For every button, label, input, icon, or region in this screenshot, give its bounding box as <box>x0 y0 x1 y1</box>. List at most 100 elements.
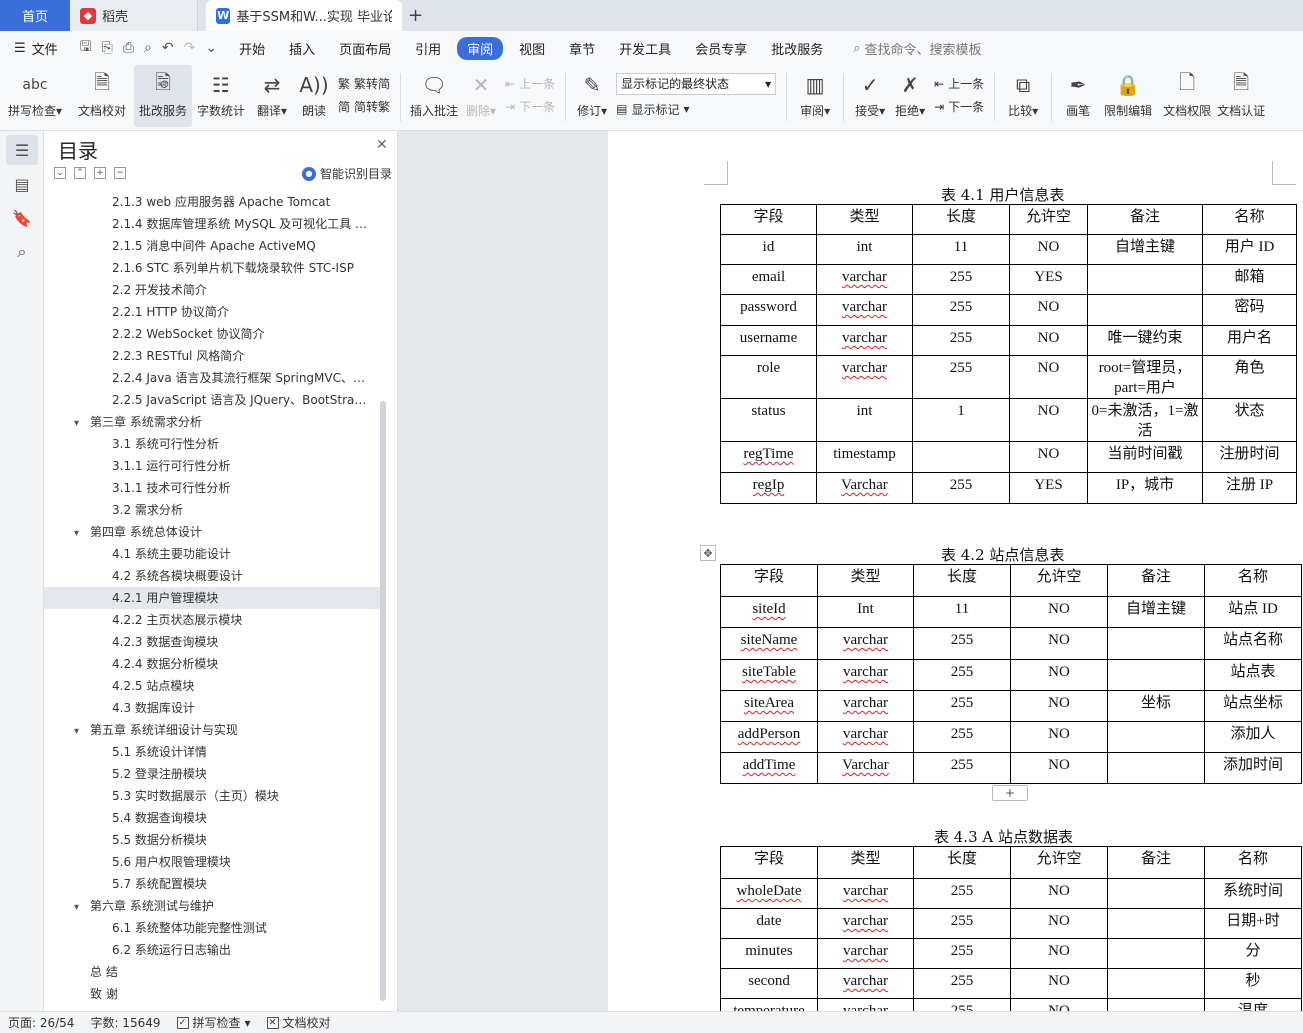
add-heading-icon[interactable]: + <box>94 167 106 179</box>
table-header-cell[interactable]: 备注 <box>1107 846 1205 879</box>
table-cell[interactable]: varchar <box>817 968 914 999</box>
table-cell[interactable]: 添加时间 <box>1204 752 1302 784</box>
table-header-cell[interactable]: 名称 <box>1204 846 1302 879</box>
table-header-cell[interactable]: 名称 <box>1202 204 1297 235</box>
next-change-button[interactable]: ⇥ 下一条 <box>934 98 984 115</box>
table-cell[interactable] <box>1107 998 1205 1011</box>
toc-item[interactable]: 2.2.3 RESTful 风格简介 <box>44 345 380 367</box>
table-cell[interactable]: NO <box>1009 398 1088 442</box>
print-icon[interactable]: ⎙ <box>123 40 134 56</box>
table-cell[interactable]: 系统时间 <box>1204 878 1302 909</box>
accept-button[interactable]: ✓ 接受▾ <box>850 65 890 127</box>
table-cell[interactable] <box>1107 938 1205 969</box>
table-cell[interactable]: NO <box>1010 721 1108 753</box>
table-cell[interactable]: 255 <box>913 968 1011 999</box>
toc-item[interactable]: 6.2 系统运行日志输出 <box>44 939 380 961</box>
toc-item[interactable]: 4.2.3 数据查询模块 <box>44 631 380 653</box>
search-icon[interactable]: ⌕ <box>6 237 38 267</box>
table-cell[interactable]: 用户 ID <box>1202 234 1297 265</box>
table-cell[interactable]: 站点名称 <box>1204 627 1302 660</box>
table-cell[interactable]: YES <box>1009 264 1088 295</box>
toc-item[interactable]: 5.3 实时数据展示（主页）模块 <box>44 785 380 807</box>
toc-item[interactable]: 5.4 数据查询模块 <box>44 807 380 829</box>
table-cell[interactable] <box>1107 627 1205 660</box>
table-cell[interactable]: 站点 ID <box>1204 596 1302 628</box>
table-cell[interactable]: regIp <box>720 472 817 504</box>
table-cell[interactable]: NO <box>1010 659 1108 691</box>
tab-home[interactable]: 首页 <box>0 0 70 31</box>
table-cell[interactable]: regTime <box>720 441 817 473</box>
table-cell[interactable]: NO <box>1010 998 1108 1011</box>
chevron-down-icon[interactable]: ▾ <box>74 413 90 433</box>
table-cell[interactable]: 255 <box>913 752 1011 784</box>
table-cell[interactable]: role <box>720 355 817 399</box>
table-cell[interactable]: NO <box>1009 441 1088 473</box>
table-cell[interactable]: email <box>720 264 817 295</box>
tab-document[interactable]: W 基于SSM和W...实现 毕业论文 <box>206 0 402 31</box>
toc-item[interactable]: 5.6 用户权限管理模块 <box>44 851 380 873</box>
table-cell[interactable]: siteArea <box>720 690 818 722</box>
tab-daoke[interactable]: ◆ 稻壳 <box>70 0 198 31</box>
table-cell[interactable]: 邮箱 <box>1202 264 1297 295</box>
spellcheck-status[interactable]: ✓ 拼写检查 ▾ <box>176 1014 251 1031</box>
table-cell[interactable]: 255 <box>913 721 1011 753</box>
insert-comment-button[interactable]: 🗨 插入批注 <box>407 65 461 127</box>
document-page[interactable]: 表 4.1 用户信息表 字段 类型 长度 允许空 备注 名称 id int 11 NO 自增主键 用户 … <box>608 131 1303 1011</box>
table-cell[interactable]: 分 <box>1204 938 1302 969</box>
toc-chapter[interactable]: ▾ 第六章 系统测试与维护 <box>44 895 380 917</box>
table-cell[interactable]: siteTable <box>720 659 818 691</box>
toc-item[interactable]: 5.7 系统配置模块 <box>44 873 380 895</box>
table-cell[interactable]: date <box>720 908 818 939</box>
table-cell[interactable]: 1 <box>912 398 1010 442</box>
collapse-all-icon[interactable]: ⌃ <box>74 167 86 179</box>
table-header-cell[interactable]: 长度 <box>913 846 1011 879</box>
table-cell[interactable]: 255 <box>913 998 1011 1011</box>
toc-chapter[interactable]: ▾ 第五章 系统详细设计与实现 <box>44 719 380 741</box>
chapter-panel-icon[interactable]: ▤ <box>6 169 38 199</box>
table-cell[interactable]: varchar <box>816 294 913 326</box>
menu-member[interactable]: 会员专享 <box>683 39 759 58</box>
table-cell[interactable]: 255 <box>913 878 1011 909</box>
toc-item[interactable]: 2.2.5 JavaScript 语言及 JQuery、BootStrap ..… <box>44 389 380 411</box>
toc-item[interactable]: 6.1 系统整体功能完整性测试 <box>44 917 380 939</box>
toc-item[interactable]: 2.2 开发技术简介 <box>44 279 380 301</box>
table-cell[interactable]: int <box>816 234 913 265</box>
add-row-button[interactable]: + <box>992 785 1028 801</box>
compare-button[interactable]: ⧉ 比较▾ <box>1001 65 1045 127</box>
table-cell[interactable]: 密码 <box>1202 294 1297 326</box>
table-cell[interactable]: username <box>720 325 817 356</box>
table-cell[interactable]: NO <box>1010 627 1108 660</box>
more-chevron-icon[interactable]: ⌄ <box>205 40 217 56</box>
menu-chapter[interactable]: 章节 <box>557 39 607 58</box>
remove-heading-icon[interactable]: − <box>114 167 126 179</box>
table-header-cell[interactable]: 名称 <box>1204 564 1302 597</box>
table-cell[interactable]: NO <box>1010 690 1108 722</box>
table-cell[interactable]: timestamp <box>816 441 913 473</box>
toc-chapter[interactable]: ▾ 第三章 系统需求分析 <box>44 411 380 433</box>
table-cell[interactable]: 秒 <box>1204 968 1302 999</box>
table-cell[interactable]: 255 <box>913 908 1011 939</box>
table-header-cell[interactable]: 类型 <box>817 846 914 879</box>
table-cell[interactable]: addPerson <box>720 721 818 753</box>
table-cell[interactable]: siteName <box>720 627 818 660</box>
menu-review[interactable]: 审阅 <box>457 36 504 60</box>
table-cell[interactable]: 坐标 <box>1107 690 1205 722</box>
table-header-cell[interactable]: 字段 <box>720 846 818 879</box>
table-cell[interactable]: 0=未激活，1=激活 <box>1087 398 1203 442</box>
table-cell[interactable]: NO <box>1010 908 1108 939</box>
doc-certify-button[interactable]: 🗎 文档认证 <box>1216 65 1266 127</box>
toc-item[interactable]: 5.5 数据分析模块 <box>44 829 380 851</box>
table-cell[interactable]: 日期+时 <box>1204 908 1302 939</box>
prev-comment-button[interactable]: ⇤ 上一条 <box>505 75 555 92</box>
toc-item[interactable]: 4.2.5 站点模块 <box>44 675 380 697</box>
table-header-cell[interactable]: 类型 <box>816 204 913 235</box>
table-cell[interactable]: Varchar <box>816 472 913 504</box>
table-cell[interactable]: Varchar <box>817 752 914 784</box>
toc-item[interactable]: 2.2.1 HTTP 协议简介 <box>44 301 380 323</box>
preview-icon[interactable]: ⌕ <box>144 40 152 56</box>
pen-button[interactable]: ✒ 画笔 <box>1058 65 1098 127</box>
toc-item[interactable]: 2.2.2 WebSocket 协议简介 <box>44 323 380 345</box>
table-cell[interactable]: NO <box>1010 968 1108 999</box>
restrict-edit-button[interactable]: 🔒 限制编辑 <box>1098 65 1158 127</box>
table-cell[interactable]: 站点表 <box>1204 659 1302 691</box>
